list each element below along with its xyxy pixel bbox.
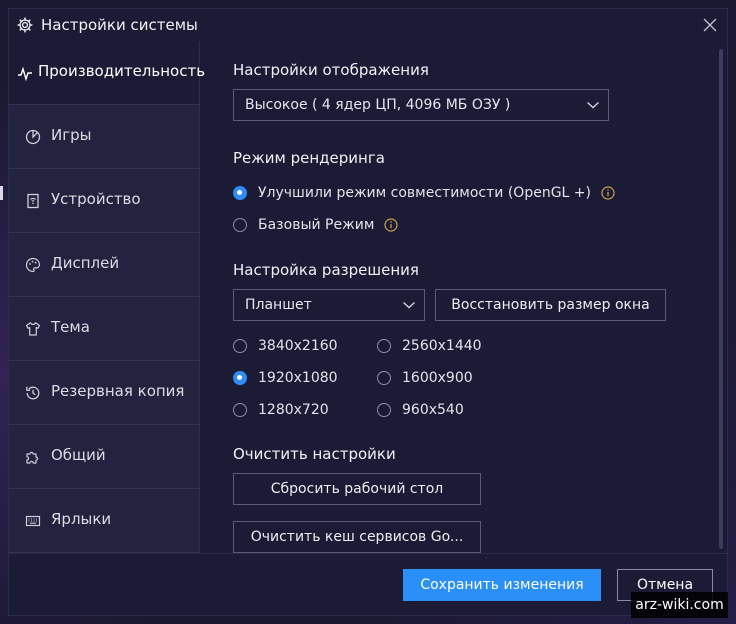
footer-divider <box>9 553 727 554</box>
sidebar-item-display[interactable]: Дисплей <box>9 233 199 297</box>
resolution-title: Настройка разрешения <box>233 261 419 279</box>
sidebar-item-games[interactable]: Игры <box>9 105 199 169</box>
sidebar-item-theme[interactable]: Тема <box>9 297 199 361</box>
settings-dialog: Настройки системы Производительность Игр… <box>8 8 728 616</box>
shirt-icon <box>25 322 41 336</box>
sidebar-item-general[interactable]: Общий <box>9 425 199 489</box>
sidebar-item-label: Резервная копия <box>51 382 185 400</box>
resolution-option[interactable]: 3840x2160 <box>233 338 338 354</box>
radio-opengl[interactable] <box>233 186 247 200</box>
clear-cache-button[interactable]: Очистить кеш сервисов Go... <box>233 521 481 553</box>
backup-icon <box>26 386 40 400</box>
sidebar-item-device[interactable]: Устройство <box>9 169 199 233</box>
palette-icon <box>25 257 41 273</box>
sidebar-item-label: Игры <box>51 126 92 144</box>
resolution-option[interactable]: 960x540 <box>377 402 464 418</box>
sidebar-item-label: Ярлыки <box>51 510 112 528</box>
sidebar-item-performance[interactable]: Производительность <box>9 41 205 105</box>
render-option-opengl[interactable]: Улучшили режим совместимости (OpenGL +) <box>233 185 615 201</box>
sidebar-item-label: Дисплей <box>51 254 120 272</box>
chevron-down-icon <box>587 101 599 109</box>
radio-resolution[interactable] <box>233 339 247 353</box>
game-icon <box>25 129 41 145</box>
resolution-option[interactable]: 1280x720 <box>233 402 329 418</box>
sidebar-item-shortcuts[interactable]: Ярлыки <box>9 489 199 553</box>
scrollbar[interactable] <box>719 49 723 549</box>
reset-desktop-button[interactable]: Сбросить рабочий стол <box>233 473 481 505</box>
chevron-down-icon <box>403 301 415 309</box>
keyboard-icon <box>25 515 41 527</box>
watermark: arz-wiki.com <box>631 592 728 618</box>
radio-resolution[interactable] <box>377 403 391 417</box>
radio-resolution[interactable] <box>233 371 247 385</box>
resolution-option[interactable]: 1920x1080 <box>233 370 338 386</box>
info-icon[interactable] <box>601 186 615 200</box>
pulse-icon <box>18 66 32 82</box>
resolution-option-label: 1600x900 <box>402 370 473 386</box>
device-mode-select-value: Планшет <box>245 297 312 313</box>
render-option-basic-label: Базовый Режим <box>258 217 375 233</box>
performance-select[interactable]: Высокое ( 4 ядер ЦП, 4096 МБ ОЗУ ) <box>233 89 609 121</box>
sidebar-item-backup[interactable]: Резервная копия <box>9 361 199 425</box>
resolution-option[interactable]: 1600x900 <box>377 370 473 386</box>
resolution-option[interactable]: 2560x1440 <box>377 338 482 354</box>
resolution-option-label: 2560x1440 <box>402 338 482 354</box>
background-glyph-fragment <box>0 186 3 200</box>
sidebar-item-label: Общий <box>51 446 106 464</box>
clear-settings-title: Очистить настройки <box>233 445 396 463</box>
info-icon[interactable] <box>384 218 398 232</box>
performance-select-value: Высокое ( 4 ядер ЦП, 4096 МБ ОЗУ ) <box>245 97 511 113</box>
render-option-opengl-label: Улучшили режим совместимости (OpenGL +) <box>258 185 591 201</box>
display-settings-title: Настройки отображения <box>233 61 429 79</box>
sidebar-item-label: Устройство <box>51 190 141 208</box>
puzzle-icon <box>26 451 39 464</box>
restore-window-size-button[interactable]: Восстановить размер окна <box>435 289 666 321</box>
sidebar-item-label: Тема <box>51 318 90 336</box>
gear-icon <box>17 17 33 33</box>
resolution-option-label: 1280x720 <box>258 402 329 418</box>
radio-basic[interactable] <box>233 218 247 232</box>
resolution-option-label: 960x540 <box>402 402 464 418</box>
radio-resolution[interactable] <box>377 371 391 385</box>
title-bar: Настройки системы <box>9 9 727 41</box>
device-mode-select[interactable]: Планшет <box>233 289 425 321</box>
device-icon <box>27 193 39 209</box>
close-icon[interactable] <box>701 16 719 34</box>
sidebar: Производительность Игры Устройство Диспл… <box>9 41 205 553</box>
resolution-option-label: 3840x2160 <box>258 338 338 354</box>
sidebar-item-label: Производительность <box>38 62 206 80</box>
resolution-option-label: 1920x1080 <box>258 370 338 386</box>
render-mode-title: Режим рендеринга <box>233 149 385 167</box>
save-button[interactable]: Сохранить изменения <box>403 569 601 601</box>
window-title: Настройки системы <box>41 16 198 34</box>
radio-resolution[interactable] <box>233 403 247 417</box>
render-option-basic[interactable]: Базовый Режим <box>233 217 398 233</box>
radio-resolution[interactable] <box>377 339 391 353</box>
